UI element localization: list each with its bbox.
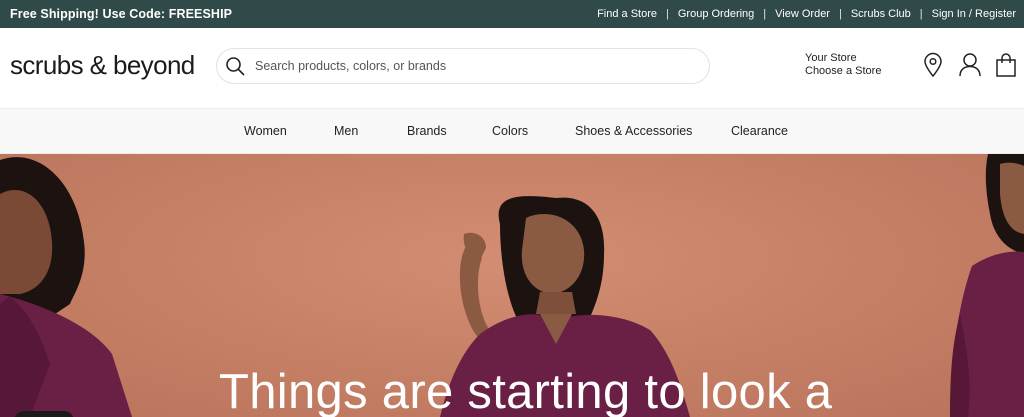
site-logo[interactable]: scrubs & beyond bbox=[10, 50, 195, 81]
separator: | bbox=[919, 8, 923, 20]
chat-widget-button[interactable] bbox=[14, 411, 74, 417]
separator: | bbox=[666, 8, 669, 20]
view-order-link[interactable]: View Order bbox=[775, 8, 830, 20]
utility-links: Find a Store | Group Ordering | View Ord… bbox=[597, 8, 1016, 20]
choose-store-link[interactable]: Choose a Store bbox=[805, 65, 881, 78]
scrubs-club-link[interactable]: Scrubs Club bbox=[851, 8, 911, 20]
search-icon[interactable] bbox=[225, 56, 245, 76]
nav-item-clearance[interactable]: Clearance bbox=[731, 124, 788, 138]
nav-item-shoes-accessories[interactable]: Shoes & Accessories bbox=[575, 124, 692, 138]
nav-item-brands[interactable]: Brands bbox=[407, 124, 447, 138]
promo-banner: Free Shipping! Use Code: FREESHIP bbox=[10, 7, 233, 21]
store-label: Your Store bbox=[805, 52, 857, 64]
location-pin-icon[interactable] bbox=[922, 52, 944, 78]
find-store-link[interactable]: Find a Store bbox=[597, 8, 657, 20]
nav-item-women[interactable]: Women bbox=[244, 124, 287, 138]
search-bar[interactable] bbox=[216, 48, 710, 84]
site-header: scrubs & beyond Your Store Choose a Stor… bbox=[0, 28, 1024, 108]
store-selector[interactable]: Your Store Choose a Store bbox=[805, 52, 881, 78]
hero-banner[interactable]: Things are starting to look a bbox=[0, 154, 1024, 417]
sign-in-register-link[interactable]: Sign In / Register bbox=[932, 8, 1016, 20]
shopping-bag-icon[interactable] bbox=[995, 52, 1017, 78]
separator: | bbox=[838, 8, 842, 20]
group-ordering-link[interactable]: Group Ordering bbox=[678, 8, 754, 20]
separator: | bbox=[763, 8, 767, 20]
main-navigation: Women Men Brands Colors Shoes & Accessor… bbox=[0, 108, 1024, 154]
account-icon[interactable] bbox=[958, 52, 982, 78]
search-input[interactable] bbox=[253, 58, 677, 74]
top-utility-bar: Free Shipping! Use Code: FREESHIP Find a… bbox=[0, 0, 1024, 28]
hero-headline: Things are starting to look a bbox=[219, 365, 833, 417]
nav-item-colors[interactable]: Colors bbox=[492, 124, 528, 138]
nav-item-men[interactable]: Men bbox=[334, 124, 358, 138]
